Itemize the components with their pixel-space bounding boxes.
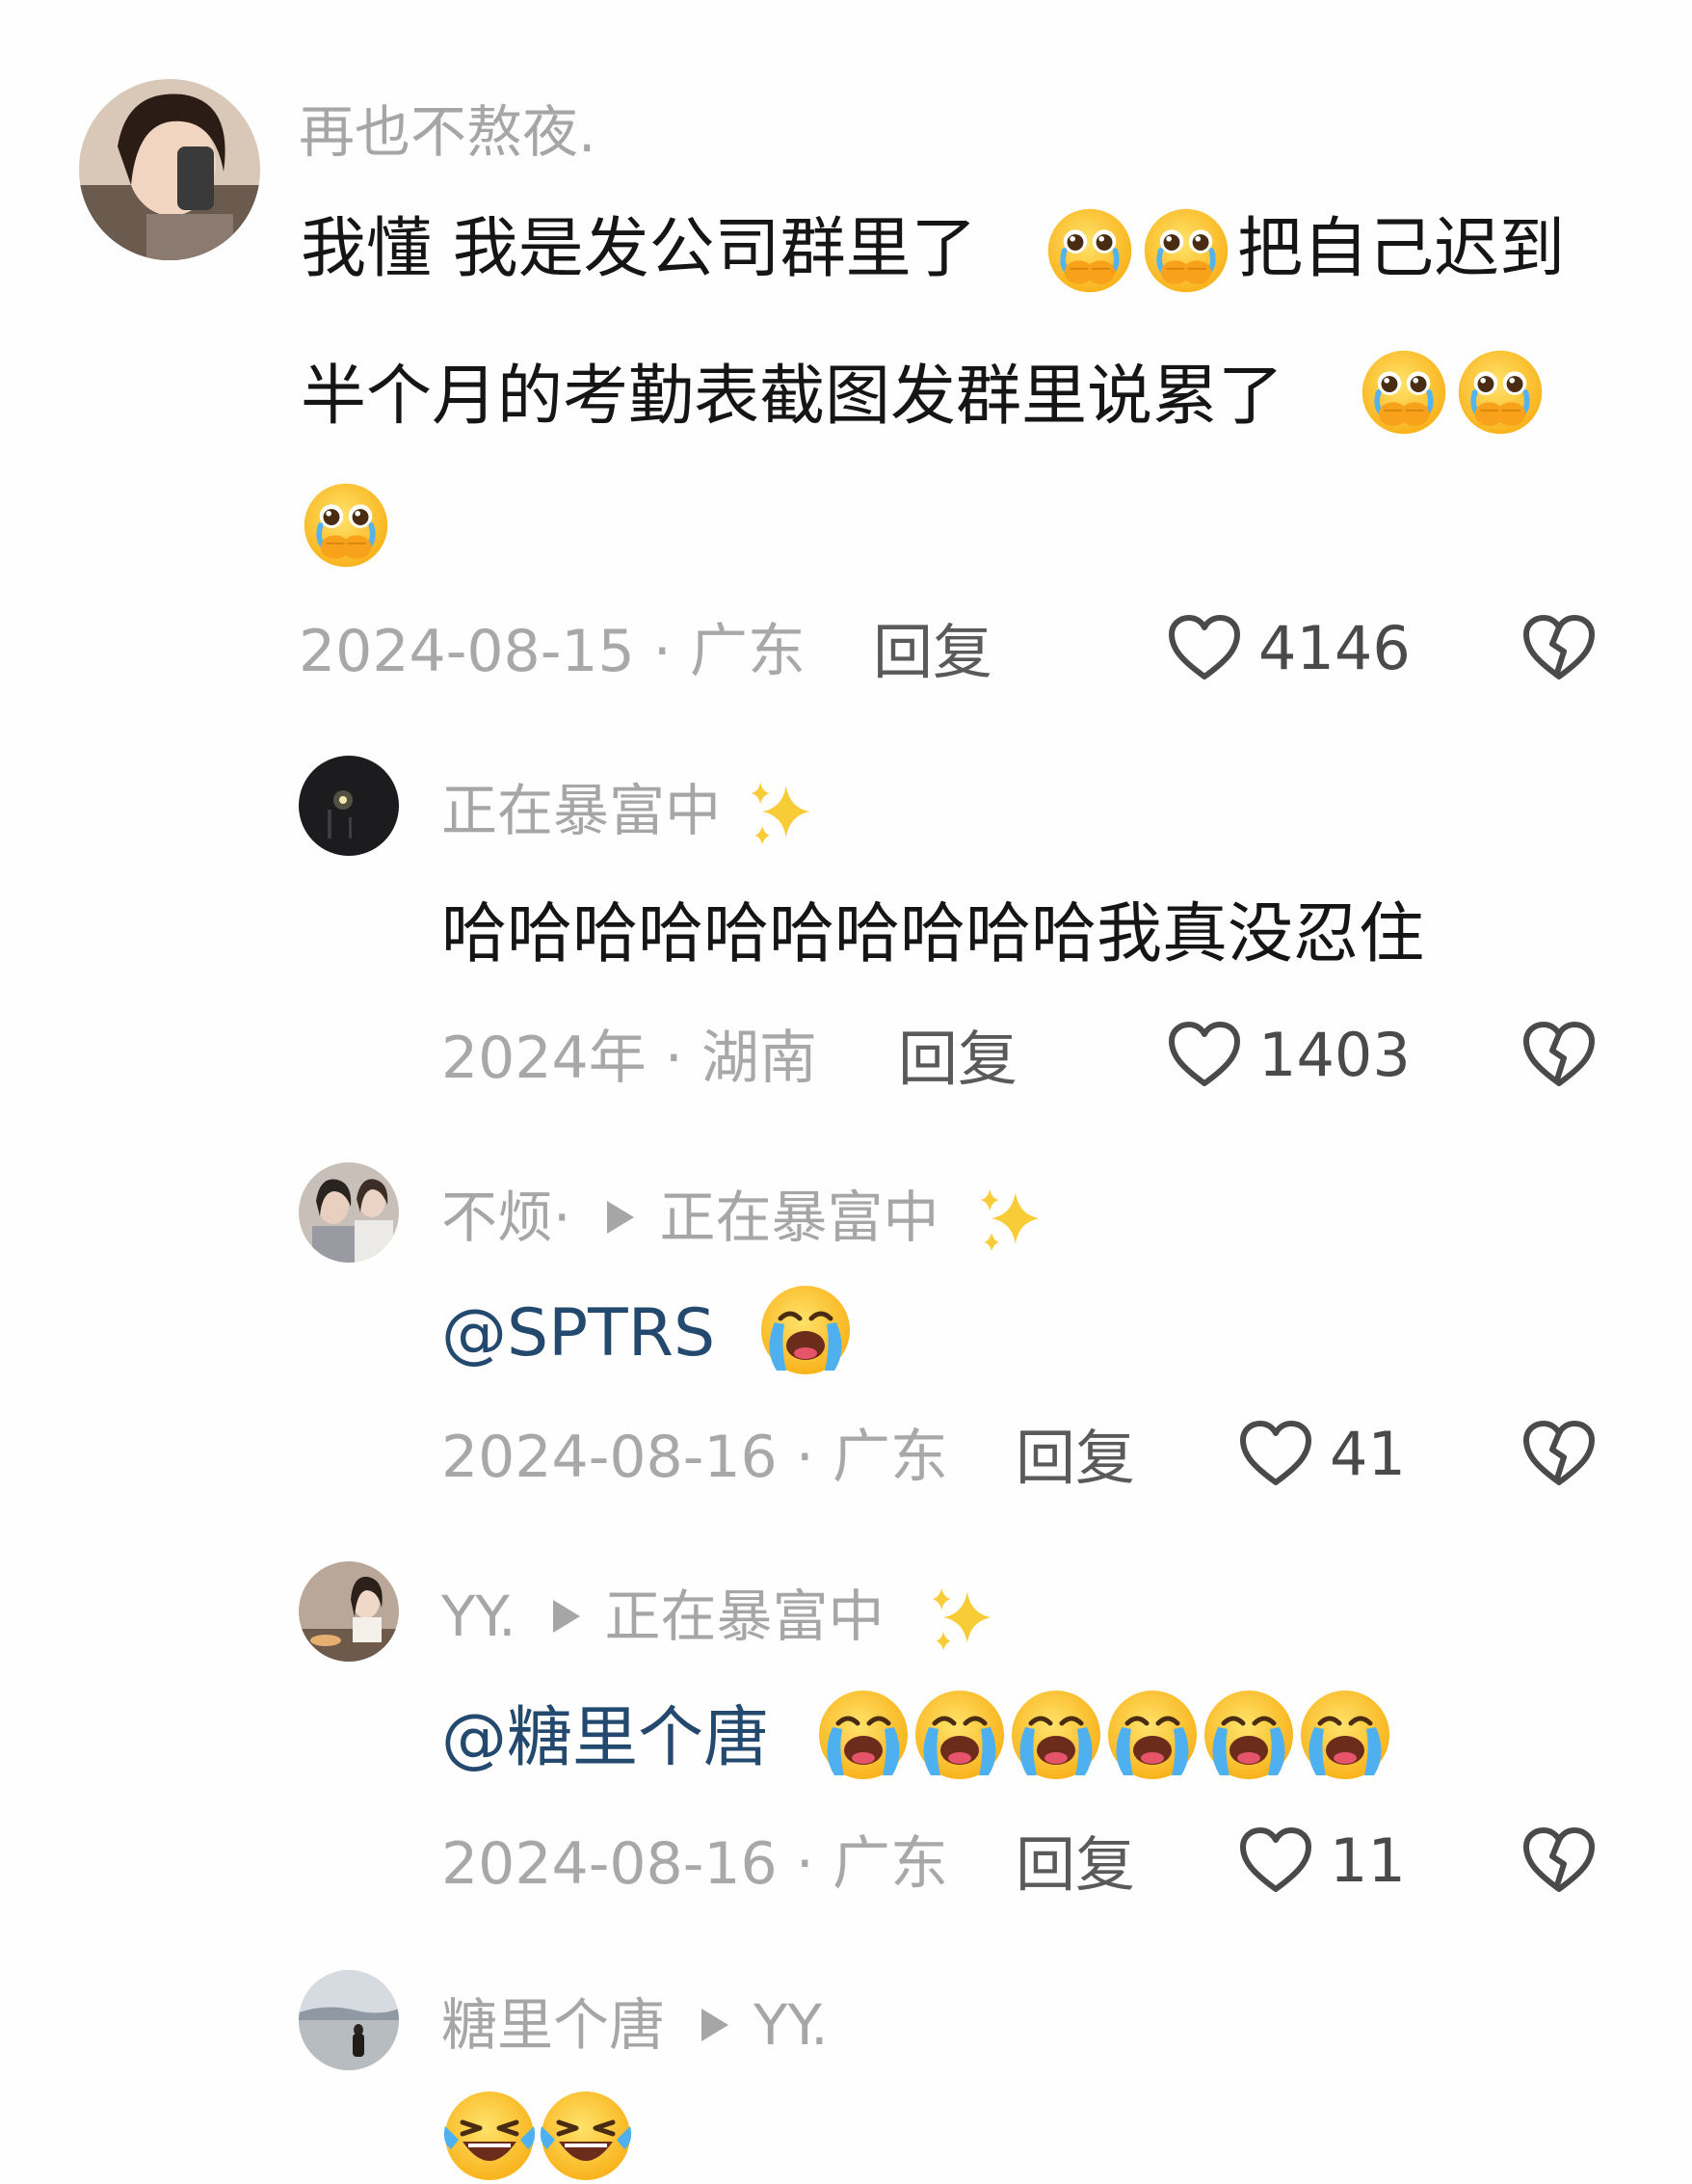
like-count: 4146	[1258, 613, 1411, 683]
reply-header: YY. 正在暴富中	[441, 1588, 885, 1644]
avatar-photo	[299, 1561, 399, 1662]
username[interactable]: 正在暴富中	[441, 783, 721, 839]
like-icon[interactable]	[1237, 1419, 1314, 1488]
like-count: 41	[1330, 1419, 1406, 1489]
comment-text: 把自己迟到	[1237, 217, 1565, 282]
mention-link[interactable]: @SPTRS	[441, 1301, 715, 1367]
username-text[interactable]: 不烦·	[441, 1189, 570, 1245]
sparkles-icon	[975, 1184, 1048, 1257]
like-icon[interactable]	[1237, 1825, 1314, 1895]
reply-to-username[interactable]: 正在暴富中	[659, 1189, 939, 1245]
pleading-face-emoji	[1141, 205, 1231, 296]
comment-text-part: 我懂 我是发公司群里了	[301, 211, 977, 287]
loudly-crying-face-emoji	[1008, 1687, 1104, 1783]
loudly-crying-face-emoji	[1297, 1687, 1393, 1783]
avatar-photo	[79, 79, 260, 260]
username[interactable]: 再也不熬夜.	[299, 104, 595, 160]
laughing-tears-face-emoji	[441, 2088, 538, 2184]
comment-date-location: 2024-08-16 · 广东	[441, 1424, 948, 1491]
avatar-photo	[299, 1162, 399, 1263]
pleading-face-emoji	[1359, 347, 1449, 438]
comment-text: 我懂 我是发公司群里了	[301, 217, 977, 282]
username-text[interactable]: YY.	[441, 1588, 516, 1644]
reply-header: 糖里个唐 YY.	[441, 1997, 829, 2053]
dislike-icon[interactable]	[1520, 1825, 1598, 1895]
loudly-crying-face-emoji	[815, 1687, 912, 1783]
comment-date-location: 2024-08-15 · 广东	[299, 618, 806, 685]
reply-arrow-icon	[607, 1201, 635, 1234]
reply-button[interactable]: 回复	[898, 1029, 1018, 1089]
comment-text-part: 半个月的考勤表截图发群里说累了	[301, 359, 1284, 435]
avatar[interactable]	[299, 1970, 399, 2070]
comment-date-location: 2024年 · 湖南	[441, 1025, 817, 1092]
pleading-face-emoji	[301, 480, 391, 571]
like-icon[interactable]	[1166, 1020, 1243, 1089]
loudly-crying-face-emoji	[1201, 1687, 1297, 1783]
reply-arrow-icon	[701, 2009, 729, 2041]
like-count: 11	[1330, 1825, 1406, 1896]
dislike-icon[interactable]	[1520, 1020, 1598, 1089]
pleading-face-emoji	[1044, 205, 1135, 296]
reply-arrow-icon	[552, 1600, 580, 1633]
reply-button[interactable]: 回复	[1016, 1428, 1135, 1488]
loudly-crying-face-emoji	[1104, 1687, 1201, 1783]
sparkles-icon	[746, 777, 819, 850]
comment-date-location: 2024-08-16 · 广东	[441, 1830, 948, 1898]
comment-text: 哈哈哈哈哈哈哈哈哈哈我真没忍住	[441, 896, 1425, 972]
avatar[interactable]	[79, 79, 260, 260]
username-text: 再也不熬夜.	[299, 99, 596, 165]
reply-to-username[interactable]: YY.	[753, 1997, 829, 2053]
avatar[interactable]	[299, 756, 399, 856]
dislike-icon[interactable]	[1520, 1419, 1598, 1488]
username-text[interactable]: 糖里个唐	[441, 1997, 665, 2053]
loudly-crying-face-emoji	[757, 1282, 854, 1378]
like-icon[interactable]	[1166, 613, 1243, 682]
comment-text: 半个月的考勤表截图发群里说累了	[301, 364, 1283, 430]
dislike-icon[interactable]	[1520, 613, 1598, 682]
avatar-photo	[299, 1970, 399, 2070]
avatar[interactable]	[299, 1561, 399, 1662]
reply-to-username[interactable]: 正在暴富中	[605, 1588, 885, 1644]
pleading-face-emoji	[1455, 347, 1546, 438]
reply-button[interactable]: 回复	[873, 623, 992, 682]
username-text: 正在暴富中	[441, 778, 722, 843]
comment-text-part: 把自己迟到	[1237, 211, 1566, 287]
avatar[interactable]	[299, 1162, 399, 1263]
like-count: 1403	[1258, 1020, 1411, 1090]
avatar-photo	[299, 756, 399, 856]
mention-link[interactable]: @糖里个唐	[441, 1706, 769, 1771]
laughing-tears-face-emoji	[538, 2088, 634, 2184]
reply-button[interactable]: 回复	[1016, 1835, 1135, 1895]
sparkles-icon	[927, 1583, 1000, 1656]
reply-header: 不烦· 正在暴富中	[441, 1189, 939, 1245]
loudly-crying-face-emoji	[912, 1687, 1008, 1783]
